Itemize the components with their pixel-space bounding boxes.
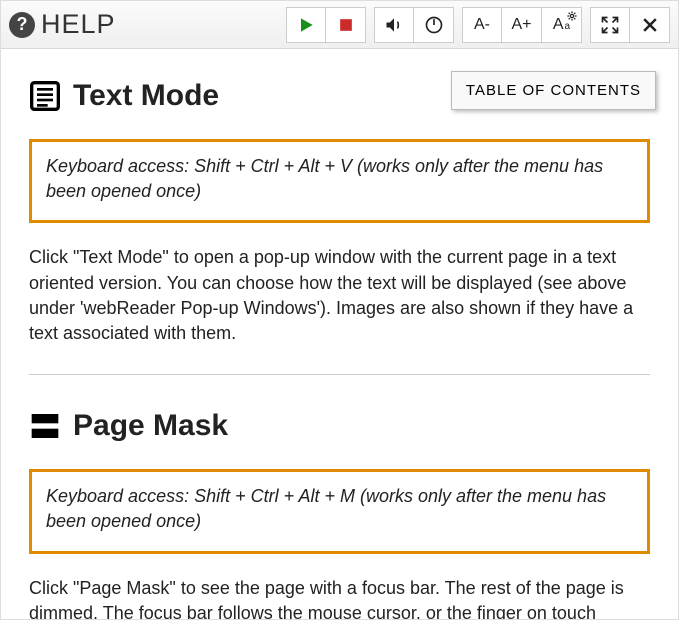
speed-dial-icon (424, 15, 444, 35)
table-of-contents-button[interactable]: TABLE OF CONTENTS (451, 71, 656, 110)
gear-icon (567, 11, 577, 21)
titlebar: ? HELP (1, 1, 678, 49)
text-settings-label-main: A (553, 16, 564, 34)
play-button[interactable] (286, 7, 326, 43)
volume-icon (384, 15, 404, 35)
section-heading-page-mask: Page Mask (29, 405, 650, 447)
expand-icon (600, 15, 620, 35)
help-window: ? HELP (0, 0, 679, 620)
stop-icon (336, 15, 356, 35)
close-icon (640, 15, 660, 35)
font-decrease-label: A- (474, 16, 490, 34)
help-icon: ? (9, 12, 35, 38)
page-mask-icon (29, 410, 61, 442)
close-button[interactable] (630, 7, 670, 43)
font-increase-button[interactable]: A+ (502, 7, 542, 43)
text-mode-icon (29, 80, 61, 112)
font-increase-label: A+ (511, 16, 531, 34)
titlebar-left: ? HELP (9, 9, 116, 40)
toolbar: A- A+ Aa (278, 7, 670, 43)
speed-button[interactable] (414, 7, 454, 43)
stop-button[interactable] (326, 7, 366, 43)
expand-button[interactable] (590, 7, 630, 43)
play-icon (296, 15, 316, 35)
body-page-mask: Click "Page Mask" to see the page with a… (29, 576, 650, 620)
help-content: TABLE OF CONTENTS Text Mode Keyboard acc… (1, 49, 678, 619)
section-title-text-mode: Text Mode (73, 75, 219, 117)
volume-button[interactable] (374, 7, 414, 43)
keyboard-access-text-mode: Keyboard access: Shift + Ctrl + Alt + V … (29, 139, 650, 223)
font-decrease-button[interactable]: A- (462, 7, 502, 43)
text-settings-label-sub: a (565, 21, 571, 32)
section-divider (29, 374, 650, 375)
window-title: HELP (41, 9, 116, 40)
section-title-page-mask: Page Mask (73, 405, 228, 447)
keyboard-access-page-mask: Keyboard access: Shift + Ctrl + Alt + M … (29, 469, 650, 553)
body-text-mode: Click "Text Mode" to open a pop-up windo… (29, 245, 650, 346)
text-settings-button[interactable]: Aa (542, 7, 582, 43)
